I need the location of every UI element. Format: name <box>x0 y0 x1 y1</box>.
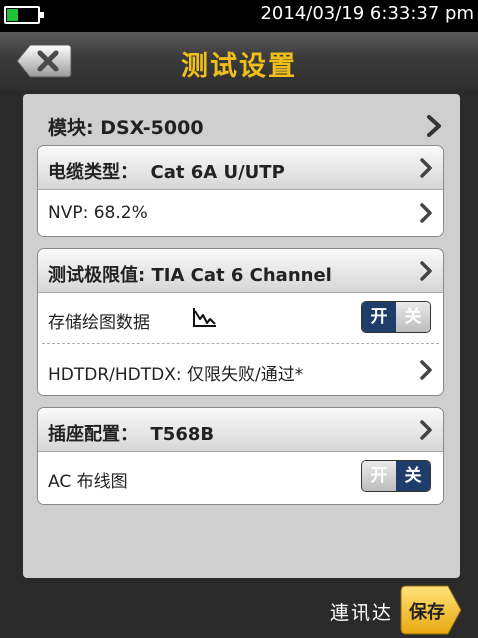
store-plot-toggle[interactable]: 开 关 <box>361 301 431 333</box>
status-bar: 2014/03/19 6:33:37 pm <box>0 0 478 32</box>
chevron-right-icon <box>427 115 441 137</box>
toggle-on: 开 <box>362 302 396 332</box>
footer: 連讯达 保存 <box>0 578 478 638</box>
module-row[interactable]: 模块: DSX-5000 <box>48 100 444 148</box>
hdtdr-row[interactable]: HDTDR/HDTDX: 仅限失败/通过* <box>38 344 443 394</box>
chevron-right-icon <box>420 203 432 223</box>
cable-type-label: 电缆类型： Cat 6A U/UTP <box>48 162 285 183</box>
store-plot-row: 存储绘图数据 开 关 <box>38 293 443 343</box>
brand-logo: 連讯达 <box>329 602 393 624</box>
outlet-config-card: 插座配置： T568B AC 布线图 开 关 <box>37 407 444 505</box>
cable-type-card: 电缆类型： Cat 6A U/UTP NVP: 68.2% <box>37 145 444 237</box>
header: 测试设置 <box>0 32 478 90</box>
nvp-label: NVP: 68.2% <box>48 203 148 223</box>
test-limit-row[interactable]: 测试极限值: TIA Cat 6 Channel <box>38 249 443 293</box>
module-label: 模块: DSX-5000 <box>48 117 204 139</box>
save-label: 保存 <box>409 602 445 623</box>
chevron-right-icon <box>420 420 432 440</box>
toggle-off: 关 <box>396 461 430 491</box>
ac-wiremap-label: AC 布线图 <box>48 472 128 492</box>
battery-level <box>7 9 18 21</box>
plot-graph-icon <box>193 308 216 327</box>
hdtdr-label: HDTDR/HDTDX: 仅限失败/通过* <box>48 365 304 385</box>
outlet-config-label: 插座配置： T568B <box>48 424 215 445</box>
toggle-on: 开 <box>362 461 396 491</box>
chevron-right-icon <box>420 261 432 281</box>
nvp-row[interactable]: NVP: 68.2% <box>38 190 443 236</box>
clock: 2014/03/19 6:33:37 pm <box>260 3 474 24</box>
ac-wiremap-row: AC 布线图 开 关 <box>38 452 443 504</box>
cable-type-row[interactable]: 电缆类型： Cat 6A U/UTP <box>38 146 443 190</box>
page-title: 测试设置 <box>181 51 297 82</box>
battery-icon <box>4 6 44 24</box>
store-plot-label: 存储绘图数据 <box>48 313 150 333</box>
chevron-right-icon <box>420 158 432 178</box>
outlet-config-row[interactable]: 插座配置： T568B <box>38 408 443 452</box>
chevron-right-icon <box>420 360 432 380</box>
save-button[interactable]: 保存 <box>400 585 462 635</box>
test-limit-label: 测试极限值: TIA Cat 6 Channel <box>48 265 332 286</box>
toggle-off: 关 <box>396 302 430 332</box>
test-limit-card: 测试极限值: TIA Cat 6 Channel 存储绘图数据 开 关 HDTD… <box>37 248 444 396</box>
settings-panel: 模块: DSX-5000 电缆类型： Cat 6A U/UTP NVP: 68.… <box>23 94 460 578</box>
ac-wiremap-toggle[interactable]: 开 关 <box>361 460 431 492</box>
